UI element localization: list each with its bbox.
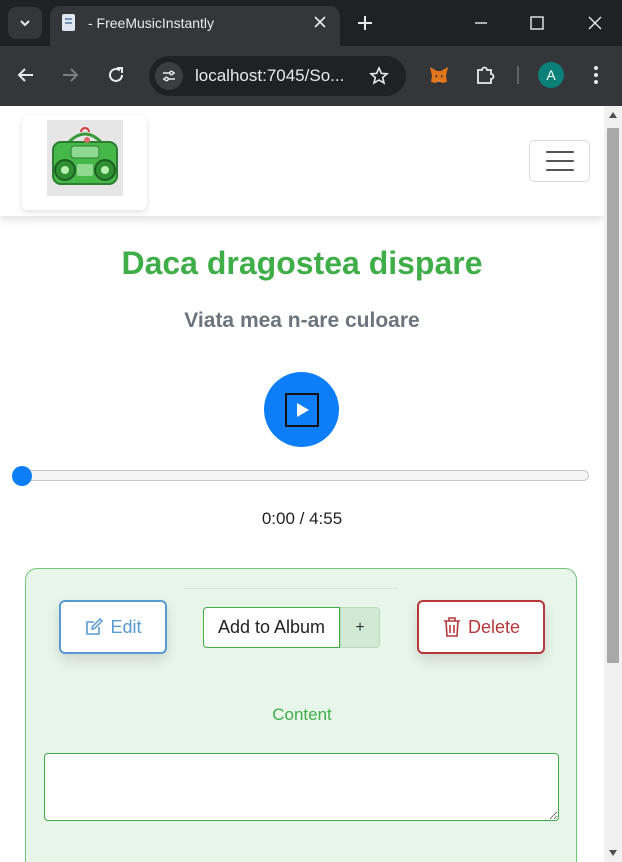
add-to-album-label: Add to Album (217, 617, 326, 637)
reload-button[interactable] (102, 61, 130, 89)
edit-button-label: Edit (110, 616, 142, 637)
browser-toolbar: localhost:7045/So... A (0, 46, 622, 106)
edit-button[interactable]: Edit (59, 600, 167, 654)
song-subtitle: Viata mea n-are culoare (184, 309, 420, 332)
chevron-down-icon (20, 20, 30, 27)
add-to-album-button[interactable]: Add to Album (203, 607, 340, 648)
reload-icon (109, 67, 123, 82)
time-readout: 0:00 / 4:55 (261, 509, 343, 528)
window-close-button[interactable] (582, 10, 608, 36)
play-icon (284, 392, 319, 427)
fox-icon (430, 67, 448, 83)
document-icon (62, 14, 75, 31)
browser-tab-strip: - FreeMusicInstantly (0, 0, 622, 46)
puzzle-icon (477, 66, 495, 84)
metamask-extension-button[interactable] (426, 62, 452, 88)
page-scrollbar[interactable] (604, 106, 622, 862)
minimize-button[interactable] (468, 10, 494, 36)
star-icon (369, 66, 389, 85)
content-label: Content (272, 705, 332, 724)
delete-button[interactable]: Delete (417, 600, 545, 654)
maximize-button[interactable] (524, 10, 550, 36)
scroll-down-arrow-icon[interactable] (609, 850, 617, 856)
delete-button-label: Delete (467, 616, 521, 637)
kebab-menu-icon (594, 66, 598, 84)
tab-search-button[interactable] (8, 7, 42, 39)
maximize-icon (530, 16, 544, 30)
minimize-icon (475, 22, 487, 24)
browser-tab-active[interactable]: - FreeMusicInstantly (50, 6, 340, 46)
hamburger-bar (545, 160, 574, 162)
toolbar-separator (517, 66, 519, 84)
tune-icon (163, 70, 175, 82)
tab-title: - FreeMusicInstantly (88, 15, 215, 31)
seek-bar-track[interactable] (16, 470, 589, 481)
boombox-logo (47, 120, 123, 196)
scroll-up-arrow-icon[interactable] (609, 112, 617, 118)
site-logo-link[interactable] (22, 116, 147, 210)
close-icon (314, 16, 326, 28)
close-icon (588, 16, 602, 30)
hamburger-bar (545, 151, 574, 153)
plus-label: + (355, 618, 365, 636)
page-viewport: Daca dragostea dispare Viata mea n-are c… (0, 106, 604, 862)
trash-icon (443, 617, 460, 637)
back-button[interactable] (12, 61, 40, 89)
bookmark-button[interactable] (368, 65, 390, 87)
profile-avatar[interactable]: A (538, 62, 564, 88)
content-textarea[interactable] (44, 753, 559, 821)
site-navbar (0, 106, 604, 216)
browser-menu-button[interactable] (583, 62, 609, 88)
song-actions-panel: Edit Add to Album + Delete Content (25, 568, 577, 862)
new-tab-button[interactable] (352, 10, 378, 36)
address-bar[interactable]: localhost:7045/So... (149, 56, 406, 96)
hamburger-bar (545, 169, 574, 171)
arrow-left-icon (17, 68, 33, 82)
tab-close-button[interactable] (310, 12, 330, 32)
play-button[interactable] (264, 372, 339, 447)
seek-bar-thumb[interactable] (12, 466, 32, 486)
forward-button[interactable] (56, 61, 84, 89)
song-title: Daca dragostea dispare (121, 245, 483, 281)
extensions-button[interactable] (472, 62, 498, 88)
plus-icon (358, 16, 372, 30)
add-to-album-plus-button[interactable]: + (340, 607, 380, 648)
navbar-toggle-button[interactable] (529, 140, 590, 182)
pencil-square-icon (86, 617, 104, 635)
scrollbar-thumb[interactable] (607, 128, 619, 663)
site-info-button[interactable] (155, 62, 183, 90)
arrow-right-icon (63, 68, 79, 82)
url-text: localhost:7045/So... (195, 66, 345, 85)
panel-divider (184, 588, 398, 589)
